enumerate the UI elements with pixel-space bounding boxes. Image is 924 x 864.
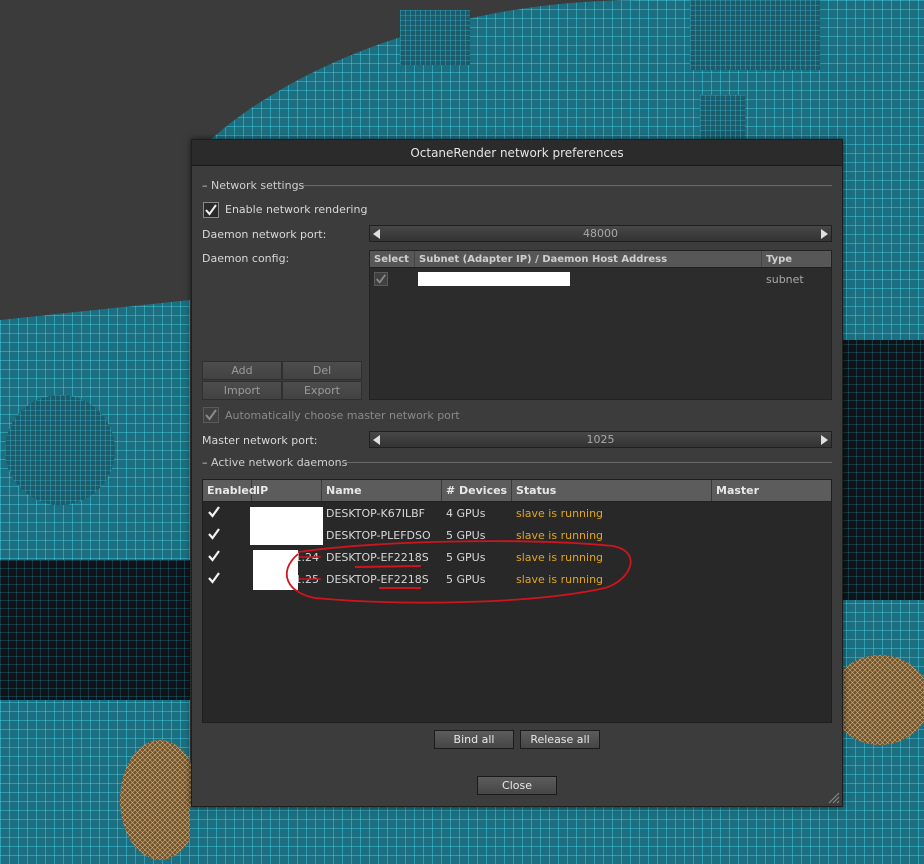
daemon-port-slider[interactable]: 48000	[369, 225, 832, 242]
export-button[interactable]: Export	[282, 381, 362, 400]
daemon-config-header: Select Subnet (Adapter IP) / Daemon Host…	[370, 251, 831, 268]
master-port-value: 1025	[586, 433, 615, 446]
enable-network-rendering-label: Enable network rendering	[225, 203, 368, 216]
auto-master-port-checkbox[interactable]	[203, 407, 219, 423]
daemon-config-table[interactable]: Select Subnet (Adapter IP) / Daemon Host…	[369, 250, 832, 400]
daemon-port-value: 48000	[583, 227, 618, 240]
active-daemons-group-title: – Active network daemons	[202, 455, 348, 469]
active-daemons-table[interactable]: Enabled IP Address Name # Devices Status…	[202, 479, 832, 723]
redacted-address	[418, 272, 570, 286]
master-port-label: Master network port:	[202, 434, 318, 447]
checkmark-icon	[205, 204, 217, 216]
col-select: Select	[370, 251, 415, 267]
close-button[interactable]: Close	[477, 776, 557, 795]
subnet-select-checkbox[interactable]	[374, 272, 388, 286]
network-settings-group-title: – Network settings	[202, 178, 305, 192]
dialog-title: OctaneRender network preferences	[192, 140, 842, 166]
network-preferences-dialog: OctaneRender network preferences – Netwo…	[191, 139, 843, 807]
checkmark-icon	[205, 409, 217, 421]
resize-grip-icon[interactable]	[826, 790, 840, 804]
arrow-right-icon[interactable]	[817, 434, 831, 445]
import-button[interactable]: Import	[202, 381, 282, 400]
row-select-cell[interactable]	[370, 272, 415, 286]
group-divider	[302, 185, 832, 186]
arrow-right-icon[interactable]	[817, 228, 831, 239]
del-button[interactable]: Del	[282, 361, 362, 380]
daemon-config-label: Daemon config:	[202, 252, 290, 265]
daemon-port-label: Daemon network port:	[202, 228, 327, 241]
arrow-left-icon[interactable]	[370, 228, 384, 239]
col-type: Type	[766, 254, 793, 265]
subnet-type-cell: subnet	[766, 272, 804, 286]
bind-all-button[interactable]: Bind all	[434, 730, 514, 749]
release-all-button[interactable]: Release all	[520, 730, 600, 749]
table-row[interactable]: subnet	[370, 268, 831, 290]
col-subnet: Subnet (Adapter IP) / Daemon Host Addres…	[415, 251, 762, 267]
enable-network-rendering-checkbox[interactable]	[203, 202, 219, 218]
checkmark-icon	[376, 274, 386, 284]
group-divider	[342, 462, 832, 463]
master-port-slider[interactable]: 1025	[369, 431, 832, 448]
red-annotation-overlay	[285, 540, 632, 604]
arrow-left-icon[interactable]	[370, 434, 384, 445]
add-button[interactable]: Add	[202, 361, 282, 380]
auto-master-port-label: Automatically choose master network port	[225, 409, 460, 422]
subnet-address-cell	[415, 268, 762, 290]
